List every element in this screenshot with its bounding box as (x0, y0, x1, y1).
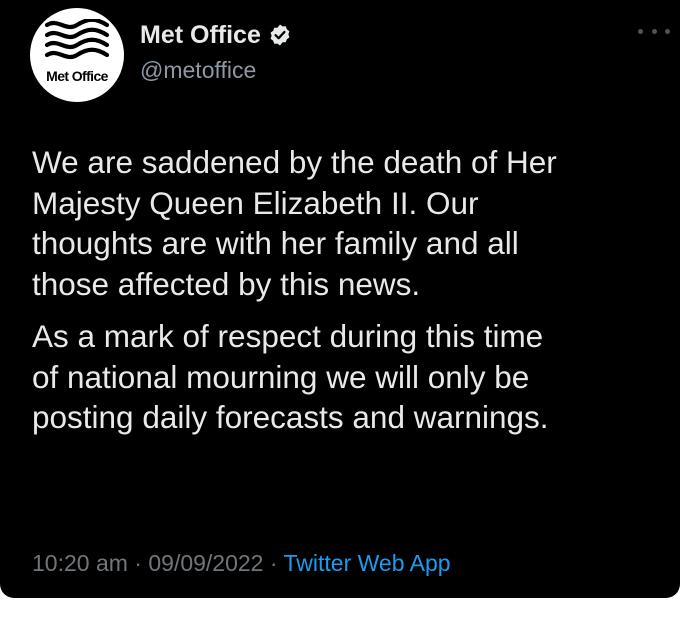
tweet-date[interactable]: 09/09/2022 (148, 550, 263, 576)
author-name-row: Met Office (140, 19, 292, 51)
tweet-text: We are saddened by the death of Her Maje… (32, 142, 668, 438)
more-dot (638, 28, 643, 34)
author-display-name[interactable]: Met Office (140, 19, 261, 51)
wave-logo-icon (44, 19, 110, 60)
meta-separator: · (263, 550, 284, 576)
tweet-time[interactable]: 10:20 am (32, 550, 128, 576)
more-options-icon[interactable] (638, 24, 670, 38)
tweet-card: Met Office Met Office @metoffice We are … (0, 0, 680, 598)
more-dot (665, 28, 670, 34)
verified-badge-icon[interactable] (268, 23, 292, 47)
author-handle[interactable]: @metoffice (140, 56, 256, 84)
avatar[interactable]: Met Office (30, 8, 124, 102)
avatar-label: Met Office (46, 68, 108, 84)
tweet-meta: 10:20 am · 09/09/2022 · Twitter Web App (32, 548, 451, 578)
tweet-source-link[interactable]: Twitter Web App (284, 550, 451, 576)
meta-separator: · (127, 550, 149, 576)
tweet-paragraph: As a mark of respect during this time of… (32, 318, 549, 435)
more-dot (651, 28, 657, 34)
tweet-paragraph: We are saddened by the death of Her Maje… (32, 144, 557, 302)
